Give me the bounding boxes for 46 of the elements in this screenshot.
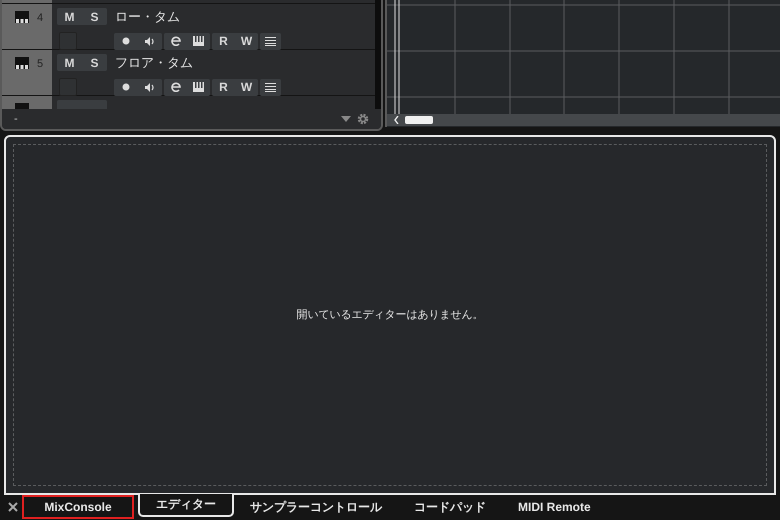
panel-tab[interactable]: MIDI Remote xyxy=(502,496,607,516)
edit-e-icon xyxy=(170,36,180,46)
read-automation-button[interactable]: R xyxy=(212,78,235,96)
close-icon xyxy=(8,502,18,512)
instrument-button[interactable] xyxy=(187,32,210,50)
write-automation-button[interactable]: W xyxy=(235,32,258,50)
panel-tab[interactable]: コードパッド xyxy=(398,496,502,516)
speaker-icon xyxy=(145,82,155,92)
horizontal-scrollbar[interactable] xyxy=(387,114,780,126)
monitor-button[interactable] xyxy=(138,32,162,50)
lanes-button[interactable] xyxy=(260,78,281,96)
track-number: 5 xyxy=(37,57,44,71)
track-color-button[interactable] xyxy=(59,32,77,50)
list-icon xyxy=(265,82,276,92)
lanes-button[interactable] xyxy=(260,32,281,50)
track-number: 4 xyxy=(37,11,44,25)
record-enable-button[interactable] xyxy=(114,78,138,96)
solo-button[interactable]: S xyxy=(82,8,107,25)
write-automation-button[interactable]: W xyxy=(235,78,258,96)
speaker-icon xyxy=(145,36,155,46)
track-name: フロア・タム xyxy=(115,54,193,70)
panel-tab[interactable]: サンプラーコントロール xyxy=(234,496,398,516)
instrument-button[interactable] xyxy=(187,78,210,96)
record-dot-icon xyxy=(122,83,130,91)
dropdown-triangle-icon[interactable] xyxy=(341,116,351,122)
no-editor-message: 開いているエディターはありません。 xyxy=(296,308,484,323)
edit-button[interactable] xyxy=(164,78,187,96)
record-enable-button[interactable] xyxy=(114,32,138,50)
read-automation-button[interactable]: R xyxy=(212,32,235,50)
footer-label: - xyxy=(14,112,18,127)
track-name: ロー・タム xyxy=(115,8,180,24)
mute-button[interactable]: M xyxy=(57,54,82,71)
panel-tab[interactable]: MixConsole xyxy=(24,496,132,516)
scrollbar-thumb[interactable] xyxy=(405,116,433,124)
record-dot-icon xyxy=(122,37,130,45)
panel-tab[interactable]: エディター xyxy=(138,494,234,516)
chevron-left-icon[interactable] xyxy=(394,116,399,124)
close-button[interactable] xyxy=(6,500,20,514)
mute-button[interactable]: M xyxy=(57,8,82,25)
settings-icon[interactable] xyxy=(357,113,369,125)
monitor-button[interactable] xyxy=(138,78,162,96)
edit-e-icon xyxy=(170,82,180,92)
edit-button[interactable] xyxy=(164,32,187,50)
list-icon xyxy=(265,36,276,46)
solo-button[interactable]: S xyxy=(82,54,107,71)
track-color-button[interactable] xyxy=(59,78,77,96)
